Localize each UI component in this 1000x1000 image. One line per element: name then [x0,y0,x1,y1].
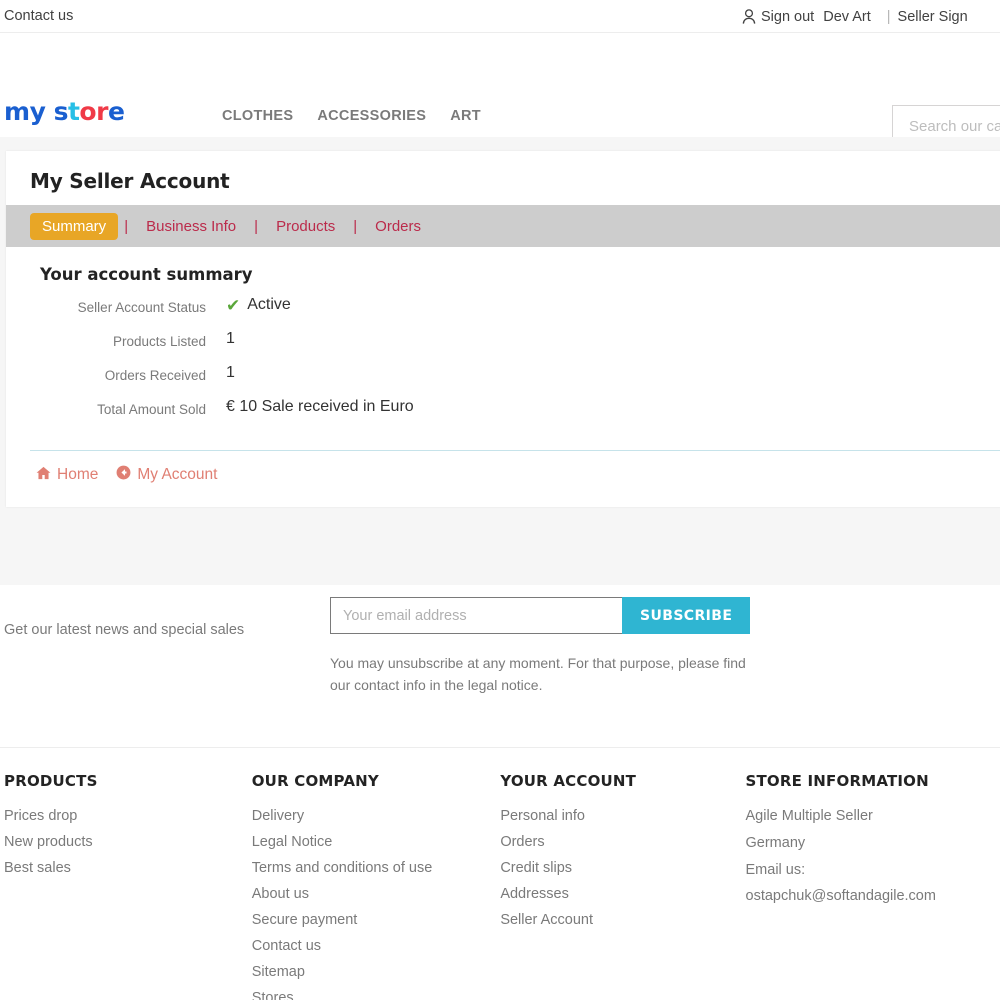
footer-link-personal-info[interactable]: Personal info [500,803,745,829]
footer-link-stores[interactable]: Stores [252,985,501,1000]
footer-link-about-us[interactable]: About us [252,881,501,907]
site-header: my store CLOTHES ACCESSORIES ART [0,33,1000,147]
tab-summary[interactable]: Summary [30,212,119,240]
footer-link-delivery[interactable]: Delivery [252,803,501,829]
footer-column-store-information: STORE INFORMATION Agile Multiple Seller … [746,772,1000,1000]
logo-letter: m [4,97,30,126]
search-input[interactable] [907,116,1000,136]
check-icon: ✔ [226,295,241,315]
footer-link-orders[interactable]: Orders [500,829,745,855]
logo-letter: s [53,97,69,126]
summary-value-seller-account-status: ✔ Active [226,296,291,314]
newsletter-section: Get our latest news and special sales SU… [0,585,1000,748]
seller-account-card: My Seller Account Summary | Business Inf… [6,151,1000,507]
back-circle-icon [116,465,131,485]
tab-separator: | [124,217,129,235]
breadcrumb-item-my-account[interactable]: My Account [116,465,217,485]
topbar-separator: | [886,8,891,25]
footer-column-products: PRODUCTS Prices drop New products Best s… [0,772,252,1000]
footer-link-best-sales[interactable]: Best sales [4,855,252,881]
seller-signin-link[interactable]: Seller Sign [898,9,968,25]
tab-products[interactable]: Products [264,213,347,240]
footer-heading-store-information: STORE INFORMATION [745,772,929,790]
store-info-email-address[interactable]: ostapchuk@softandagile.com [746,883,1000,910]
footer-link-new-products[interactable]: New products [4,829,252,855]
footer-link-credit-slips[interactable]: Credit slips [500,855,745,881]
home-icon [36,466,51,485]
tab-separator: | [353,217,358,235]
footer-column-your-account: YOUR ACCOUNT Personal info Orders Credit… [500,772,745,1000]
account-tabs: Summary | Business Info | Products | Ord… [6,205,1000,247]
nav-item-art[interactable]: ART [450,108,481,124]
main-navigation: CLOTHES ACCESSORIES ART [222,108,481,124]
summary-label-orders-received: Orders Received [104,368,206,383]
contact-us-link[interactable]: Contact us [4,8,73,24]
sign-out-link[interactable]: Sign out [761,9,814,25]
footer-link-sitemap[interactable]: Sitemap [252,959,501,985]
store-info-company: Agile Multiple Seller [745,808,873,824]
summary-label-total-amount-sold: Total Amount Sold [97,402,206,417]
user-icon [742,8,756,25]
nav-item-accessories[interactable]: ACCESSORIES [317,108,426,124]
summary-value-products-listed: 1 [226,330,235,347]
summary-row: Products Listed 1 [6,324,1000,358]
newsletter-form: SUBSCRIBE [330,597,751,634]
footer-columns: PRODUCTS Prices drop New products Best s… [0,772,1000,1000]
nav-item-clothes[interactable]: CLOTHES [222,108,293,124]
summary-table: Seller Account Status ✔ Active Products … [6,290,1000,426]
summary-value-total-amount-sold: € 10 Sale received in Euro [226,398,414,415]
logo-letter: t [67,97,80,126]
newsletter-note: You may unsubscribe at any moment. For t… [330,655,746,693]
newsletter-prompt: Get our latest news and special sales [4,622,245,638]
page-title: My Seller Account [30,169,230,193]
store-info-country: Germany [745,834,806,851]
status-badge: Active [247,296,291,313]
top-bar: Contact us Sign out Dev Art | Seller Sig… [0,0,1000,33]
summary-heading: Your account summary [40,265,253,284]
summary-row: Seller Account Status ✔ Active [6,290,1000,324]
site-footer: PRODUCTS Prices drop New products Best s… [0,748,1000,1000]
footer-heading-products: PRODUCTS [4,772,98,790]
footer-link-prices-drop[interactable]: Prices drop [4,803,252,829]
breadcrumb-label: Home [57,466,99,483]
summary-label-seller-account-status: Seller Account Status [77,300,206,315]
footer-link-contact-us[interactable]: Contact us [252,933,501,959]
logo-letter: r [96,97,108,126]
breadcrumb-item-home[interactable]: Home [36,466,98,485]
newsletter-email-input[interactable] [330,597,622,634]
summary-row: Total Amount Sold € 10 Sale received in … [6,392,1000,426]
summary-value-orders-received: 1 [226,364,235,381]
logo-letter: e [107,97,125,126]
footer-link-addresses[interactable]: Addresses [500,881,745,907]
footer-link-terms[interactable]: Terms and conditions of use [252,855,501,881]
footer-column-our-company: OUR COMPANY Delivery Legal Notice Terms … [252,772,501,1000]
site-logo[interactable]: my store [4,97,125,126]
logo-letter: o [79,97,97,126]
summary-label-products-listed: Products Listed [112,334,206,349]
footer-heading-our-company: OUR COMPANY [251,772,379,790]
breadcrumb-label: My Account [137,466,218,483]
page-body: My Seller Account Summary | Business Inf… [0,137,1000,585]
top-bar-user-area: Sign out Dev Art | Seller Sign [742,0,968,33]
breadcrumb: Home My Account [6,451,1000,507]
tab-orders[interactable]: Orders [363,213,433,240]
footer-heading-your-account: YOUR ACCOUNT [500,772,637,790]
subscribe-button[interactable]: SUBSCRIBE [622,597,751,634]
tab-business-info[interactable]: Business Info [134,213,248,240]
tab-separator: | [254,217,259,235]
footer-link-secure-payment[interactable]: Secure payment [252,907,501,933]
footer-link-legal-notice[interactable]: Legal Notice [252,829,501,855]
store-info-email-label: Email us: [745,861,806,878]
account-name-link[interactable]: Dev Art [823,9,871,25]
footer-link-seller-account[interactable]: Seller Account [500,907,745,933]
logo-letter: y [29,97,46,126]
summary-row: Orders Received 1 [6,358,1000,392]
